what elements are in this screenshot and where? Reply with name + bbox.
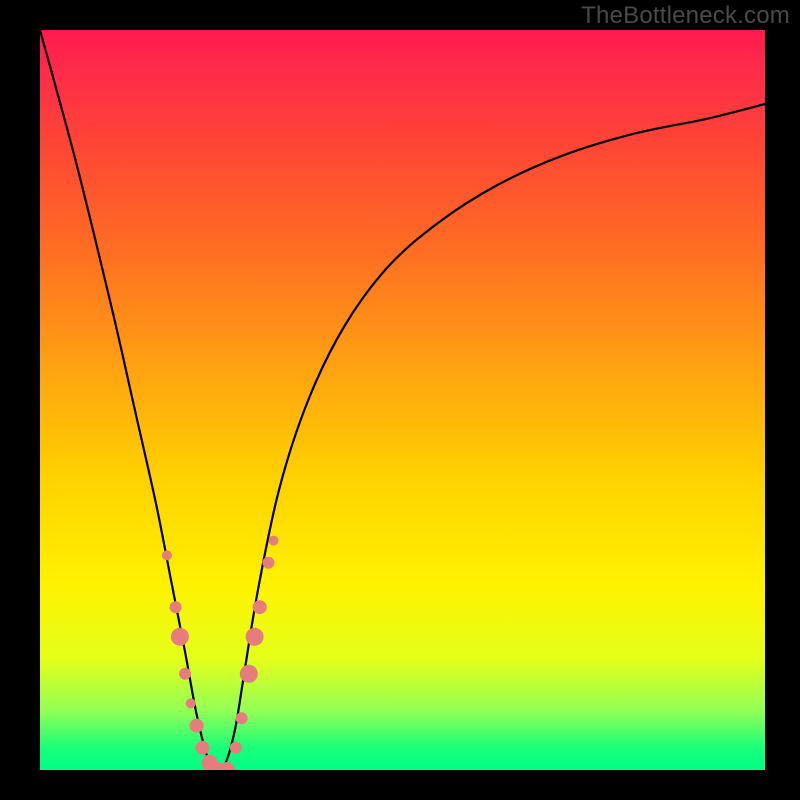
data-marker [195, 741, 209, 755]
data-marker [179, 668, 191, 680]
data-marker [171, 628, 189, 646]
data-marker [186, 698, 196, 708]
data-marker [162, 550, 172, 560]
data-marker [236, 712, 248, 724]
data-marker [253, 600, 267, 614]
data-marker [230, 742, 242, 754]
data-marker [269, 536, 279, 546]
data-marker [190, 719, 204, 733]
watermark-text: TheBottleneck.com [581, 2, 790, 30]
bottleneck-curve [40, 30, 765, 770]
plot-area [40, 30, 765, 770]
data-marker [240, 665, 258, 683]
curve-svg [40, 30, 765, 770]
chart-frame: TheBottleneck.com [0, 0, 800, 800]
data-marker [246, 628, 264, 646]
data-marker [170, 601, 182, 613]
data-marker [262, 557, 274, 569]
